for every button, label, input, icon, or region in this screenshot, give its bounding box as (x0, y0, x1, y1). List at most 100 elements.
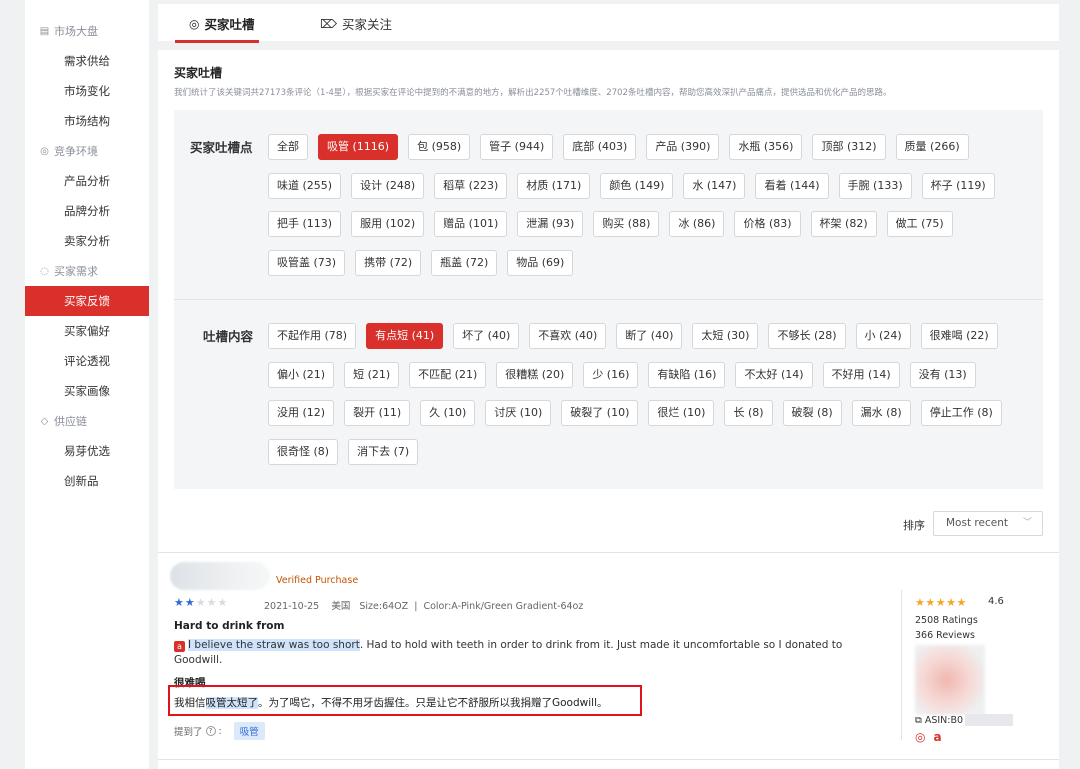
divider (901, 590, 902, 740)
product-rating: 4.6 (988, 596, 1004, 607)
filter-tag[interactable]: 久 (10) (420, 400, 476, 426)
filter-tag[interactable]: 做工 (75) (886, 211, 953, 237)
sidebar-group[interactable]: ▤ 市场大盘 (25, 16, 149, 46)
filter-tag[interactable]: 购买 (88) (593, 211, 660, 237)
filter-tag[interactable]: 不喜欢 (40) (529, 323, 607, 349)
sidebar-group[interactable]: ◇ 供应链 (25, 406, 149, 436)
tab-buyer-complaints[interactable]: ◎ 买家吐槽 (189, 14, 255, 33)
sidebar-item[interactable]: 买家画像 (25, 376, 149, 406)
filter-tag[interactable]: 破裂了 (10) (561, 400, 639, 426)
filter-tag[interactable]: 很糟糕 (20) (496, 361, 574, 388)
filter-tag[interactable]: 赠品 (101) (434, 211, 508, 237)
sidebar-group[interactable]: ◌ 买家需求 (25, 256, 149, 286)
sidebar-item[interactable]: 市场结构 (25, 106, 149, 136)
filter-tag[interactable]: 携带 (72) (355, 249, 422, 276)
filter-tag[interactable]: 管子 (944) (480, 134, 554, 160)
sidebar-group[interactable]: ◎ 竞争环境 (25, 136, 149, 166)
filter-tag[interactable]: 短 (21) (344, 361, 400, 388)
sort-select[interactable]: Most recent ﹀ (933, 511, 1043, 536)
product-links: ◎ a (915, 730, 942, 744)
filter-tag[interactable]: 很烂 (10) (648, 400, 715, 426)
filter-tag[interactable]: 很难喝 (22) (920, 323, 998, 349)
target-icon[interactable]: ◎ (915, 730, 925, 744)
filter-tag[interactable]: 包 (958) (408, 134, 471, 160)
filter-tag[interactable]: 有缺陷 (16) (648, 361, 726, 388)
sidebar-item[interactable]: 市场变化 (25, 76, 149, 106)
sidebar-item[interactable]: 买家偏好 (25, 316, 149, 346)
filter-tag[interactable]: 味道 (255) (268, 172, 342, 199)
sidebar-item[interactable]: 易芽优选 (25, 436, 149, 466)
product-ratings-count: 2508 Ratings (915, 615, 978, 626)
filter-tag[interactable]: 不好用 (14) (822, 361, 900, 388)
filter-tag[interactable]: 水瓶 (356) (729, 134, 803, 160)
filter-tag[interactable]: 消下去 (7) (348, 438, 419, 465)
filter-tag[interactable]: 吸管 (1116) (318, 134, 399, 160)
filter-tag[interactable]: 有点短 (41) (366, 323, 444, 349)
filter-tag[interactable]: 杯架 (82) (810, 211, 877, 237)
filter-tag[interactable]: 杯子 (119) (921, 172, 995, 199)
filter-tag[interactable]: 瓶盖 (72) (431, 249, 498, 276)
filter-tag[interactable]: 讨厌 (10) (485, 400, 552, 426)
filter-tag[interactable]: 水 (147) (683, 172, 746, 199)
filter-tag[interactable]: 没用 (12) (268, 400, 335, 426)
sidebar-item[interactable]: 评论透视 (25, 346, 149, 376)
filter-tag[interactable]: 漏水 (8) (851, 400, 911, 426)
filter-tag[interactable]: 很奇怪 (8) (268, 438, 339, 465)
filter-tag[interactable]: 物品 (69) (507, 249, 574, 276)
help-icon[interactable]: ? (205, 726, 216, 736)
product-reviews-count[interactable]: 366 Reviews (915, 630, 975, 641)
sidebar-group-label: 买家需求 (54, 265, 98, 278)
filter-tag[interactable]: 价格 (83) (734, 211, 801, 237)
filter-tag[interactable]: 不起作用 (78) (268, 323, 357, 349)
filter-tag[interactable]: 偏小 (21) (268, 361, 335, 388)
filter-tag[interactable]: 坏了 (40) (453, 323, 520, 349)
complaint-points-label: 买家吐槽点 (190, 140, 253, 155)
filter-tag[interactable]: 质量 (266) (895, 134, 969, 160)
review-highlight: I believe the straw was too short (188, 639, 360, 651)
sidebar: ▤ 市场大盘 需求供给 市场变化 市场结构 ◎ 竞争环境 产品分析 品牌分析 卖家分析 ◌ 买家需求买… (25, 0, 149, 769)
avatar (170, 562, 270, 590)
filter-tag[interactable]: 吸管盖 (73) (268, 249, 346, 276)
filter-tag[interactable]: 冰 (86) (669, 211, 725, 237)
filter-tag[interactable]: 破裂 (8) (782, 400, 842, 426)
sidebar-item[interactable]: 买家反馈 (25, 286, 149, 316)
sidebar-item[interactable]: 卖家分析 (25, 226, 149, 256)
filter-tag[interactable]: 不太好 (14) (735, 361, 813, 388)
filter-tag[interactable]: 手腕 (133) (838, 172, 912, 199)
filter-tag[interactable]: 看着 (144) (755, 172, 829, 199)
mention-tag[interactable]: 吸管 (233, 722, 265, 740)
filter-tag[interactable]: 把手 (113) (268, 211, 342, 237)
sidebar-group-label: 供应链 (54, 415, 87, 428)
filter-tag[interactable]: 泄漏 (93) (517, 211, 584, 237)
filter-tag[interactable]: 断了 (40) (616, 323, 683, 349)
filter-tag[interactable]: 没有 (13) (909, 361, 976, 388)
mentioned-row: 提到了 ?: 吸管 (174, 722, 265, 740)
filter-tag[interactable]: 底部 (403) (563, 134, 637, 160)
sidebar-item[interactable]: 产品分析 (25, 166, 149, 196)
filter-tag[interactable]: 产品 (390) (646, 134, 720, 160)
filter-tag[interactable]: 设计 (248) (351, 172, 425, 199)
filter-tag[interactable]: 裂开 (11) (344, 400, 411, 426)
product-image[interactable] (915, 645, 985, 715)
sidebar-item[interactable]: 创新品 (25, 466, 149, 496)
filter-tag[interactable]: 稻草 (223) (434, 172, 508, 199)
filter-tag[interactable]: 少 (16) (583, 361, 639, 388)
filter-tag[interactable]: 服用 (102) (351, 211, 425, 237)
copy-icon[interactable]: ⧉ (915, 715, 922, 726)
filter-tag[interactable]: 小 (24) (855, 323, 911, 349)
filter-tag[interactable]: 顶部 (312) (812, 134, 886, 160)
filter-tag[interactable]: 不匹配 (21) (409, 361, 487, 388)
filter-tag[interactable]: 停止工作 (8) (920, 400, 1002, 426)
filter-tag[interactable]: 太短 (30) (692, 323, 759, 349)
filter-tag[interactable]: 颜色 (149) (600, 172, 674, 199)
sidebar-item[interactable]: 需求供给 (25, 46, 149, 76)
amazon-icon[interactable]: a (933, 730, 941, 744)
sidebar-item[interactable]: 品牌分析 (25, 196, 149, 226)
filter-tag[interactable]: 长 (8) (724, 400, 773, 426)
filter-tag[interactable]: 全部 (268, 134, 308, 160)
filter-tag[interactable]: 材质 (171) (517, 172, 591, 199)
asin-text: ASIN:B0 (924, 714, 964, 726)
tab-buyer-focus[interactable]: ⌦ 买家关注 (320, 14, 392, 33)
filter-tag[interactable]: 不够长 (28) (768, 323, 846, 349)
chat-icon: ◌ (40, 265, 49, 277)
